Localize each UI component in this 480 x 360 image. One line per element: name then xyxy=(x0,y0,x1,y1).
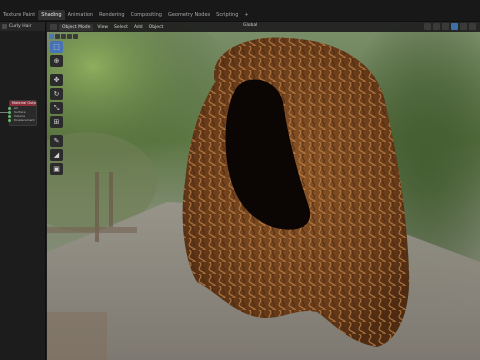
add-workspace-button[interactable]: + xyxy=(241,10,251,20)
select-box-tool-icon[interactable]: ⬚ xyxy=(50,41,63,53)
select-extend-icon[interactable] xyxy=(55,34,60,39)
shading-rendered-icon[interactable] xyxy=(460,23,467,30)
shader-node-editor[interactable]: Curly Hair Material Output All Surface V… xyxy=(0,22,46,360)
xray-toggle-icon[interactable] xyxy=(442,23,449,30)
selection-mode-buttons xyxy=(49,34,78,39)
tab-texture-paint[interactable]: Texture Paint xyxy=(0,10,38,20)
select-invert-icon[interactable] xyxy=(67,34,72,39)
transform-tool-icon[interactable]: ⊞ xyxy=(50,116,63,128)
workspace-tabs: Texture Paint Shading Animation Renderin… xyxy=(0,10,252,20)
material-output-node[interactable]: Material Output All Surface Volume Displ… xyxy=(8,100,37,126)
select-subtract-icon[interactable] xyxy=(61,34,66,39)
socket-label: Displacement xyxy=(14,118,35,122)
menu-add[interactable]: Add xyxy=(132,25,145,30)
viewport-header-right xyxy=(424,23,476,30)
shading-options-icon[interactable] xyxy=(469,23,476,30)
object-name-label: Curly Hair xyxy=(9,24,32,29)
select-intersect-icon[interactable] xyxy=(73,34,78,39)
overlay-toggle-icon[interactable] xyxy=(424,23,431,30)
gizmo-toggle-icon[interactable] xyxy=(433,23,440,30)
editor-type-button[interactable] xyxy=(50,24,57,30)
measure-tool-icon[interactable]: ◢ xyxy=(50,149,63,161)
workspace-tab-bar: Texture Paint Shading Animation Renderin… xyxy=(0,0,480,22)
add-cube-tool-icon[interactable]: ▣ xyxy=(50,163,63,175)
menu-view[interactable]: View xyxy=(95,25,110,30)
tool-separator xyxy=(50,69,63,72)
mode-dropdown[interactable]: Object Mode xyxy=(59,23,94,31)
node-editor-header: Curly Hair xyxy=(0,22,45,31)
scale-tool-icon[interactable]: ⤡ xyxy=(50,102,63,114)
select-new-icon[interactable] xyxy=(49,34,54,39)
tab-geometry-nodes[interactable]: Geometry Nodes xyxy=(165,10,213,20)
tool-separator xyxy=(50,130,63,133)
socket-icon[interactable] xyxy=(8,119,11,122)
3d-viewport[interactable]: Object Mode View Select Add Object Globa… xyxy=(47,22,480,360)
tab-animation[interactable]: Animation xyxy=(65,10,97,20)
move-tool-icon[interactable]: ✥ xyxy=(50,74,63,86)
menu-object[interactable]: Object xyxy=(147,25,166,30)
tab-compositing[interactable]: Compositing xyxy=(128,10,165,20)
tab-rendering[interactable]: Rendering xyxy=(96,10,128,20)
rotate-tool-icon[interactable]: ↻ xyxy=(50,88,63,100)
rendered-scene xyxy=(47,22,480,360)
shading-material-icon[interactable] xyxy=(451,23,458,30)
blender-window: Texture Paint Shading Animation Renderin… xyxy=(0,0,480,360)
menu-select[interactable]: Select xyxy=(112,25,130,30)
tool-shelf: ⬚ ⊕ ✥ ↻ ⤡ ⊞ ✎ ◢ ▣ xyxy=(50,41,63,175)
editor-type-icon[interactable] xyxy=(2,24,7,29)
cursor-tool-icon[interactable]: ⊕ xyxy=(50,55,63,67)
tab-scripting[interactable]: Scripting xyxy=(213,10,241,20)
orientation-dropdown[interactable]: Global xyxy=(243,23,257,28)
node-socket-row: Displacement xyxy=(8,118,36,122)
viewport-header: Object Mode View Select Add Object xyxy=(47,22,480,32)
tab-shading[interactable]: Shading xyxy=(38,10,65,20)
annotate-tool-icon[interactable]: ✎ xyxy=(50,135,63,147)
